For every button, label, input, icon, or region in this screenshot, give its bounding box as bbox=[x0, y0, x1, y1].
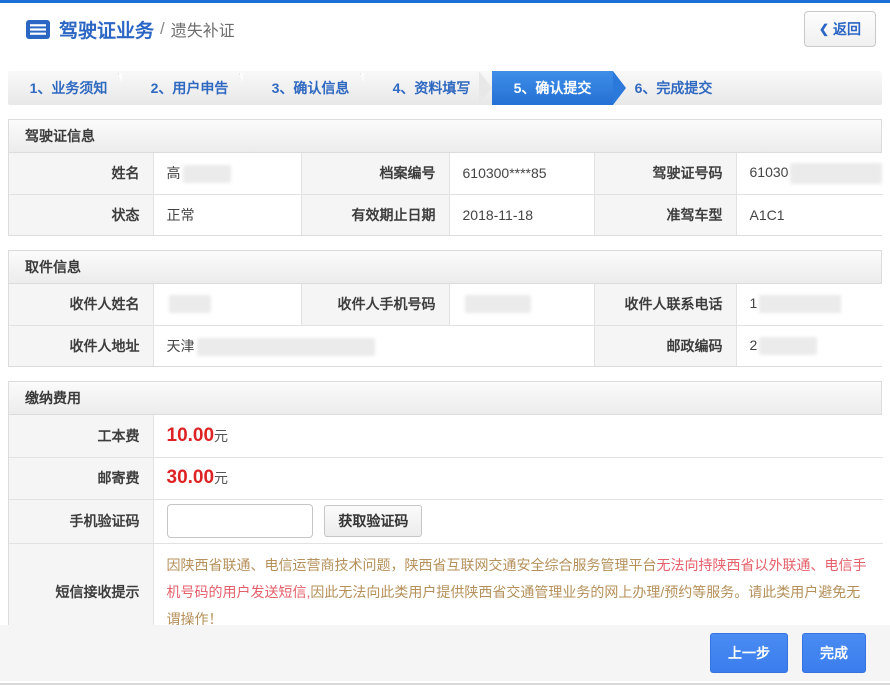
recipient-mobile-value bbox=[449, 284, 594, 325]
postcode-value: 2 bbox=[736, 325, 883, 366]
status-value: 正常 bbox=[153, 194, 301, 235]
step-tabs: 1、业务须知 2、用户申告 3、确认信息 4、资料填写 5、确认提交 6、完成提… bbox=[8, 71, 882, 105]
fees-section-title: 缴纳费用 bbox=[9, 382, 881, 415]
table-row: 手机验证码 获取验证码 bbox=[9, 499, 883, 543]
redacted-value bbox=[759, 337, 817, 355]
table-row: 状态 正常 有效期止日期 2018-11-18 准驾车型 A1C1 bbox=[9, 194, 883, 235]
pickup-section-title: 取件信息 bbox=[9, 251, 881, 284]
expiry-label: 有效期止日期 bbox=[301, 194, 449, 235]
recipient-mobile-label: 收件人手机号码 bbox=[301, 284, 449, 325]
vehicle-class-value: A1C1 bbox=[736, 194, 883, 235]
back-arrow-icon: ❮ bbox=[819, 22, 829, 36]
license-info-section: 驾驶证信息 姓名 高 档案编号 610300****85 驾驶证号码 61030… bbox=[8, 119, 882, 236]
fee-unit: 元 bbox=[214, 470, 228, 486]
list-icon bbox=[26, 20, 50, 39]
fee-amount: 10.00 bbox=[167, 425, 215, 446]
status-label: 状态 bbox=[9, 194, 153, 235]
redacted-value bbox=[465, 295, 531, 313]
name-label: 姓名 bbox=[9, 153, 153, 194]
fee-amount: 30.00 bbox=[167, 467, 215, 488]
mail-fee-value: 30.00元 bbox=[153, 457, 883, 499]
previous-step-button[interactable]: 上一步 bbox=[710, 633, 788, 673]
recipient-phone-value: 1 bbox=[736, 284, 883, 325]
tab-step-1[interactable]: 1、业务须知 bbox=[8, 71, 129, 105]
file-no-value: 610300****85 bbox=[449, 153, 594, 194]
address-value: 天津 bbox=[153, 325, 594, 366]
mail-fee-label: 邮寄费 bbox=[9, 457, 153, 499]
expiry-value: 2018-11-18 bbox=[449, 194, 594, 235]
pickup-info-table: 收件人姓名 收件人手机号码 收件人联系电话 1 收件人地址 天津 邮政编码 2 bbox=[9, 284, 883, 366]
notice-segment: 因陕西省联通、电信运营商技术问题，陕西省互联网交通安全综合服务管理平台 bbox=[167, 557, 657, 573]
page: 驾驶证业务 / 遗失补证 ❮ 返回 1、业务须知 2、用户申告 3、确认信息 4… bbox=[0, 0, 890, 685]
captcha-label: 手机验证码 bbox=[9, 499, 153, 543]
table-row: 收件人姓名 收件人手机号码 收件人联系电话 1 bbox=[9, 284, 883, 325]
vehicle-class-label: 准驾车型 bbox=[594, 194, 736, 235]
postcode-label: 邮政编码 bbox=[594, 325, 736, 366]
recipient-name-value bbox=[153, 284, 301, 325]
file-no-label: 档案编号 bbox=[301, 153, 449, 194]
tab-step-3[interactable]: 3、确认信息 bbox=[250, 71, 371, 105]
redacted-value bbox=[197, 338, 375, 356]
fees-table: 工本费 10.00元 邮寄费 30.00元 手机验证码 获取验证码 短信接收提示… bbox=[9, 415, 883, 641]
finish-button[interactable]: 完成 bbox=[802, 633, 866, 673]
redacted-value bbox=[169, 295, 211, 313]
production-fee-value: 10.00元 bbox=[153, 415, 883, 457]
breadcrumb-divider: / bbox=[160, 19, 165, 39]
fee-unit: 元 bbox=[214, 428, 228, 444]
redacted-value bbox=[183, 165, 231, 183]
tab-step-6[interactable]: 6、完成提交 bbox=[613, 71, 734, 105]
recipient-phone-label: 收件人联系电话 bbox=[594, 284, 736, 325]
captcha-cell: 获取验证码 bbox=[153, 499, 883, 543]
redacted-value bbox=[790, 163, 882, 184]
page-title: 驾驶证业务 bbox=[59, 16, 154, 43]
production-fee-label: 工本费 bbox=[9, 415, 153, 457]
license-no-value: 61030 bbox=[736, 153, 883, 194]
get-captcha-button[interactable]: 获取验证码 bbox=[324, 505, 422, 537]
table-row: 收件人地址 天津 邮政编码 2 bbox=[9, 325, 883, 366]
back-button[interactable]: ❮ 返回 bbox=[804, 11, 876, 47]
table-row: 姓名 高 档案编号 610300****85 驾驶证号码 61030 bbox=[9, 153, 883, 194]
captcha-input[interactable] bbox=[167, 504, 313, 538]
page-header: 驾驶证业务 / 遗失补证 ❮ 返回 bbox=[0, 3, 890, 55]
redacted-value bbox=[759, 295, 841, 313]
tab-step-4[interactable]: 4、资料填写 bbox=[371, 71, 492, 105]
license-info-table: 姓名 高 档案编号 610300****85 驾驶证号码 61030 状态 正常… bbox=[9, 153, 883, 235]
fees-section: 缴纳费用 工本费 10.00元 邮寄费 30.00元 手机验证码 获取验证码 短… bbox=[8, 381, 882, 642]
address-label: 收件人地址 bbox=[9, 325, 153, 366]
recipient-name-label: 收件人姓名 bbox=[9, 284, 153, 325]
table-row: 邮寄费 30.00元 bbox=[9, 457, 883, 499]
footer-action-bar: 上一步 完成 bbox=[0, 625, 890, 681]
breadcrumb-current: 遗失补证 bbox=[171, 17, 235, 41]
back-button-label: 返回 bbox=[833, 19, 861, 39]
tab-step-5-active[interactable]: 5、确认提交 bbox=[492, 71, 613, 105]
table-row: 工本费 10.00元 bbox=[9, 415, 883, 457]
license-no-label: 驾驶证号码 bbox=[594, 153, 736, 194]
pickup-info-section: 取件信息 收件人姓名 收件人手机号码 收件人联系电话 1 收件人地址 天津 邮政… bbox=[8, 250, 882, 367]
name-value: 高 bbox=[153, 153, 301, 194]
tab-step-2[interactable]: 2、用户申告 bbox=[129, 71, 250, 105]
license-section-title: 驾驶证信息 bbox=[9, 120, 881, 153]
